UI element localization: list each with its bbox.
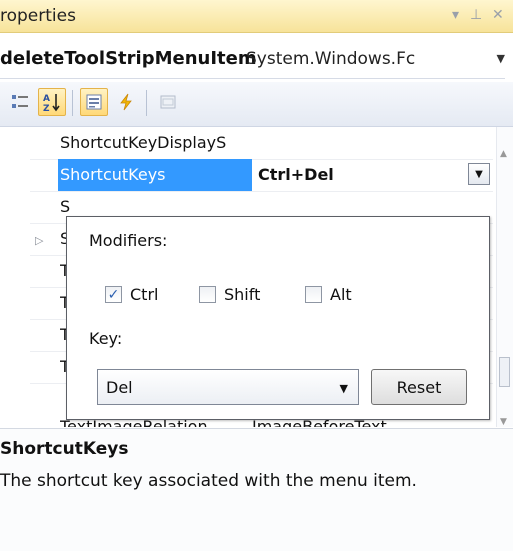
property-value[interactable]: Ctrl+Del <box>258 165 334 184</box>
checkbox-empty-icon <box>305 286 322 303</box>
shift-checkbox[interactable]: Shift <box>199 285 260 304</box>
ctrl-checkbox[interactable]: ✓ Ctrl <box>105 285 158 304</box>
window-position-icon[interactable]: ▾ <box>452 7 459 23</box>
alt-label: Alt <box>330 285 352 304</box>
object-selector[interactable]: deleteToolStripMenuItem System.Windows.F… <box>0 40 505 79</box>
chevron-down-icon[interactable]: ▼ <box>497 52 505 65</box>
alphabetical-icon[interactable]: AZ <box>38 88 66 116</box>
events-icon[interactable] <box>112 88 140 116</box>
svg-text:Z: Z <box>43 104 50 112</box>
toolbar-separator <box>146 90 147 116</box>
properties-toolbar: AZ <box>0 82 513 127</box>
property-pages-icon[interactable] <box>154 88 182 116</box>
scrollbar-thumb[interactable] <box>499 357 510 387</box>
property-name: S <box>60 197 71 216</box>
ctrl-label: Ctrl <box>130 285 159 304</box>
description-text: The shortcut key associated with the men… <box>0 471 417 491</box>
scroll-down-icon[interactable]: ▼ <box>500 417 507 427</box>
checkbox-empty-icon <box>199 286 216 303</box>
property-name: ShortcutKeys <box>60 165 166 184</box>
grid-row[interactable]: ShortcutKeyDisplayS <box>30 127 493 160</box>
vertical-scrollbar[interactable]: ▲ ▼ <box>496 127 513 427</box>
properties-icon[interactable] <box>80 88 108 116</box>
key-value: Del <box>106 378 133 397</box>
window-title: roperties <box>0 6 76 26</box>
key-label: Key: <box>89 329 123 348</box>
scroll-up-icon[interactable]: ▲ <box>500 149 507 159</box>
close-icon[interactable]: ✕ <box>492 7 504 23</box>
selected-object-name: deleteToolStripMenuItem <box>0 48 257 69</box>
selected-object-type: System.Windows.Fc <box>246 49 416 69</box>
alt-checkbox[interactable]: Alt <box>305 285 352 304</box>
shift-label: Shift <box>224 285 261 304</box>
description-title: ShortcutKeys <box>0 439 129 459</box>
properties-titlebar: roperties ▾ ⊥ ✕ <box>0 0 513 33</box>
property-name: ShortcutKeyDisplayS <box>60 133 227 152</box>
reset-button[interactable]: Reset <box>371 369 467 405</box>
categorized-icon[interactable] <box>6 88 34 116</box>
grid-row-selected[interactable]: ShortcutKeys Ctrl+Del ▼ <box>30 159 493 192</box>
toolbar-separator <box>72 90 73 116</box>
description-pane: ShortcutKeys The shortcut key associated… <box>0 428 513 551</box>
pin-icon[interactable]: ⊥ <box>470 7 482 23</box>
chevron-down-icon[interactable]: ▼ <box>340 382 348 395</box>
checkmark-icon: ✓ <box>105 286 122 303</box>
dropdown-button[interactable]: ▼ <box>468 163 490 185</box>
modifiers-label: Modifiers: <box>89 231 168 250</box>
key-combobox[interactable]: Del ▼ <box>97 369 359 405</box>
shortcut-keys-editor: Modifiers: ✓ Ctrl Shift Alt Key: Del ▼ R… <box>66 216 490 420</box>
svg-text:A: A <box>43 94 50 104</box>
chevron-down-icon: ▼ <box>475 168 483 180</box>
